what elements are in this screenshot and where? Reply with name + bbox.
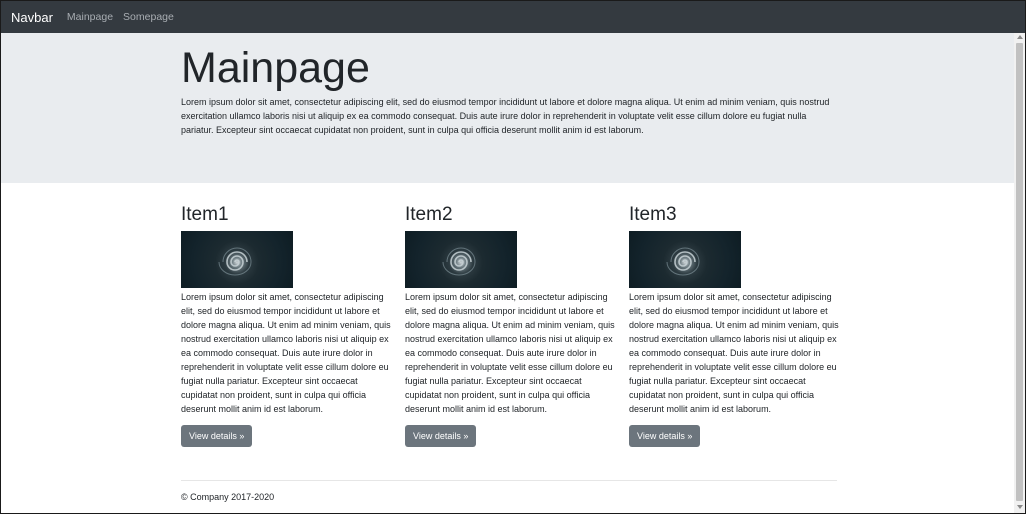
footer-divider [181, 480, 837, 481]
item-card-2: Item2 Lorem ipsum dolor sit amet, consec… [405, 204, 620, 447]
navbar-brand[interactable]: Navbar [11, 10, 53, 25]
item-title: Item3 [629, 204, 677, 225]
browser-viewport: Navbar Mainpage Somepage Mainpage Lorem … [0, 0, 1026, 514]
item-card-3: Item3 Lorem ipsum dolor sit amet, consec… [629, 204, 844, 447]
navbar: Navbar Mainpage Somepage [1, 1, 1025, 33]
spiral-image [405, 231, 517, 288]
jumbotron-text: Lorem ipsum dolor sit amet, consectetur … [181, 97, 830, 135]
spiral-image [629, 231, 741, 288]
vertical-scrollbar[interactable] [1014, 33, 1025, 513]
view-details-button[interactable]: View details » [405, 425, 477, 447]
view-details-button[interactable]: View details » [181, 425, 253, 447]
item-card-1: Item1 Lorem ipsum dolor sit amet, consec… [181, 204, 396, 447]
item-title: Item2 [405, 204, 453, 225]
jumbotron: Mainpage Lorem ipsum dolor sit amet, con… [1, 33, 1014, 183]
footer-text: © Company 2017-2020 [181, 492, 275, 502]
spiral-icon [218, 247, 252, 276]
item-text: Lorem ipsum dolor sit amet, consectetur … [405, 292, 615, 414]
spiral-image [181, 231, 293, 288]
nav-link-somepage[interactable]: Somepage [123, 11, 174, 23]
scrollbar-thumb[interactable] [1016, 43, 1023, 501]
view-details-button[interactable]: View details » [629, 425, 701, 447]
item-title: Item1 [181, 204, 229, 225]
page-title: Mainpage [181, 44, 370, 92]
nav-link-mainpage[interactable]: Mainpage [67, 11, 113, 23]
item-text: Lorem ipsum dolor sit amet, consectetur … [181, 292, 391, 414]
scroll-up-arrow-icon[interactable] [1017, 35, 1023, 39]
item-text: Lorem ipsum dolor sit amet, consectetur … [629, 292, 839, 414]
scroll-down-arrow-icon[interactable] [1017, 505, 1023, 509]
spiral-icon [666, 247, 700, 276]
spiral-icon [442, 247, 476, 276]
